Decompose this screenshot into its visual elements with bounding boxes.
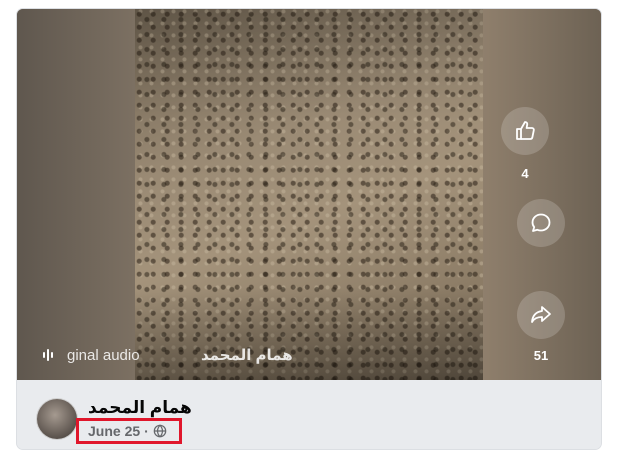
like-count: 4 <box>521 166 529 181</box>
audio-wave-icon <box>43 349 53 361</box>
audio-attribution[interactable]: ginal audio <box>43 345 140 365</box>
audio-label: ginal audio <box>67 346 140 364</box>
author-name[interactable]: همام المحمد <box>88 398 192 418</box>
globe-icon[interactable] <box>153 424 167 438</box>
video-author-overlay[interactable]: همام المحمد <box>201 346 293 364</box>
meta-separator: · <box>144 423 149 439</box>
comment-button[interactable] <box>517 199 565 247</box>
comment-icon <box>531 213 551 232</box>
like-button[interactable] <box>501 107 549 155</box>
post-card: 4 51 ginal audio همام المحمد همام المحمد <box>17 9 601 449</box>
video-left-blur <box>17 9 135 380</box>
post-date[interactable]: June 25 <box>88 423 140 439</box>
thumbs-up-icon <box>516 121 535 140</box>
share-arrow-icon <box>531 306 551 323</box>
avatar[interactable] <box>37 399 77 439</box>
post-meta-highlight: June 25 · <box>76 418 182 444</box>
post-footer: همام المحمد June 25 · <box>17 380 601 449</box>
share-count: 51 <box>533 348 549 363</box>
video-player[interactable]: 4 51 ginal audio همام المحمد <box>17 9 601 380</box>
share-button[interactable] <box>517 291 565 339</box>
